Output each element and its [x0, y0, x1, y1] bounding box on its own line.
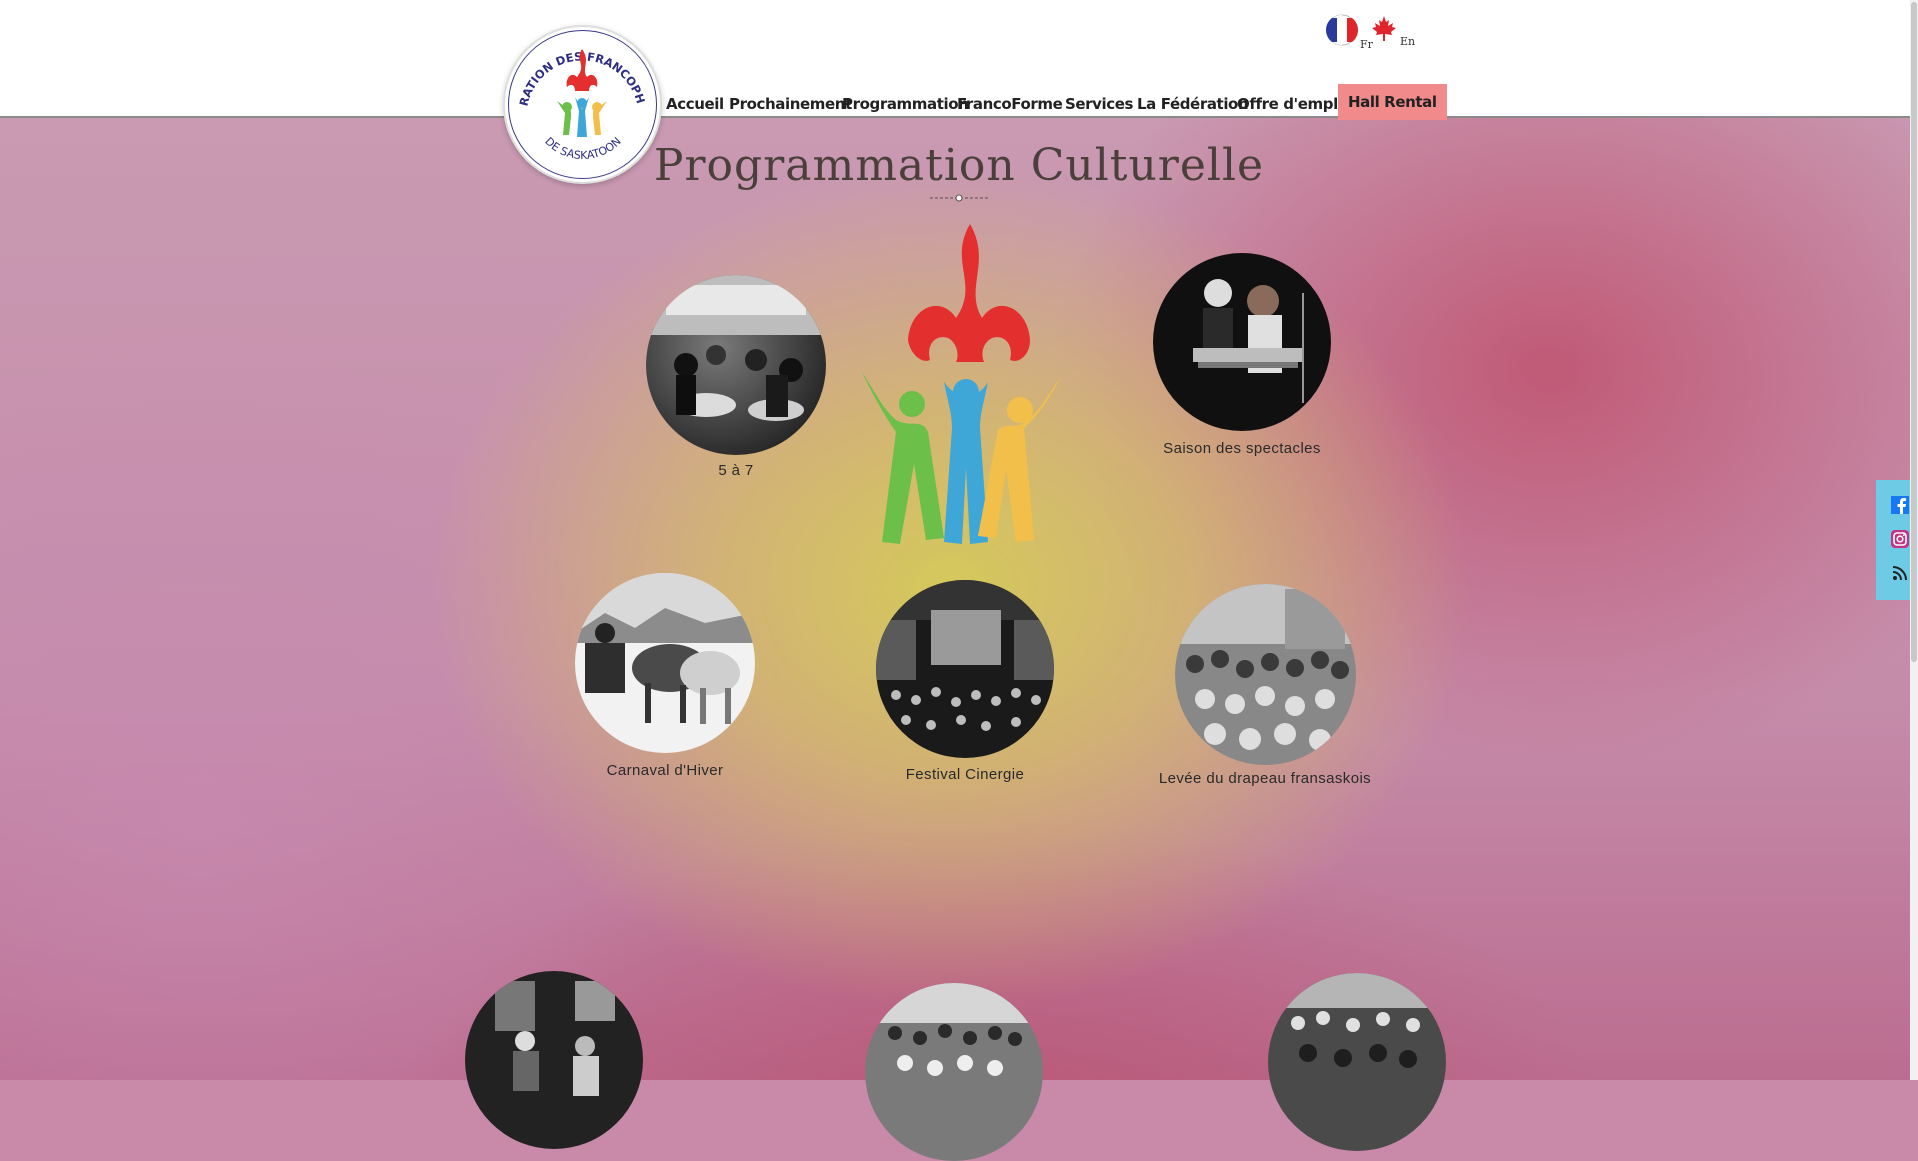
nav-francoforme[interactable]: FrancoForme	[957, 95, 1063, 113]
instagram-icon[interactable]	[1891, 530, 1909, 548]
site-header: Fr En Accueil Prochainement Programmatio…	[0, 0, 1918, 120]
nav-prochainement[interactable]: Prochainement	[729, 95, 852, 113]
nav-offre-emploi[interactable]: Offre d'emploi	[1237, 95, 1353, 113]
facebook-icon[interactable]	[1891, 496, 1909, 514]
federation-emblem-icon	[862, 224, 1060, 544]
cinema-audience-photo[interactable]	[876, 580, 1054, 758]
language-fr[interactable]: Fr	[1326, 14, 1373, 51]
site-logo[interactable]: FÉDÉRATION DES FRANCOPHONES DE SASKATOON	[503, 25, 662, 184]
page-title: Programmation Culturelle	[653, 140, 1265, 191]
horse-sleigh-photo[interactable]	[575, 573, 755, 753]
scrollbar[interactable]	[1910, 0, 1918, 1080]
crowd-at-tables-photo[interactable]	[646, 275, 826, 455]
program-caption: Saison des spectacles	[1163, 440, 1321, 457]
nav-accueil[interactable]: Accueil	[666, 95, 724, 113]
nav-services[interactable]: Services	[1065, 95, 1133, 113]
program-caption: Levée du drapeau fransaskois	[1158, 770, 1372, 787]
federation-logo-icon: FÉDÉRATION DES FRANCOPHONES DE SASKATOON	[505, 27, 657, 179]
title-divider-ornament	[930, 194, 988, 202]
rss-icon[interactable]	[1891, 564, 1909, 582]
indoor-group-photo[interactable]	[465, 971, 643, 1149]
nav-programmation[interactable]: Programmation	[842, 95, 969, 113]
program-caption: Festival Cinergie	[905, 766, 1025, 783]
program-caption: Carnaval d'Hiver	[606, 762, 724, 779]
program-caption: 5 à 7	[718, 462, 754, 479]
scrollbar-thumb[interactable]	[1911, 2, 1917, 662]
france-flag-icon[interactable]	[1326, 14, 1358, 46]
language-en[interactable]: En	[1370, 14, 1415, 49]
language-en-label: En	[1400, 35, 1416, 48]
outdoor-crowd-photo[interactable]	[865, 983, 1043, 1161]
gym-crowd-photo[interactable]	[1268, 973, 1446, 1151]
flag-raising-crowd-photo[interactable]	[1175, 584, 1356, 765]
nav-hall-rental[interactable]: Hall Rental	[1338, 84, 1447, 120]
musicians-at-keyboard-photo[interactable]	[1153, 253, 1331, 431]
nav-la-federation[interactable]: La Fédération	[1137, 95, 1249, 113]
maple-leaf-icon[interactable]	[1370, 14, 1398, 44]
